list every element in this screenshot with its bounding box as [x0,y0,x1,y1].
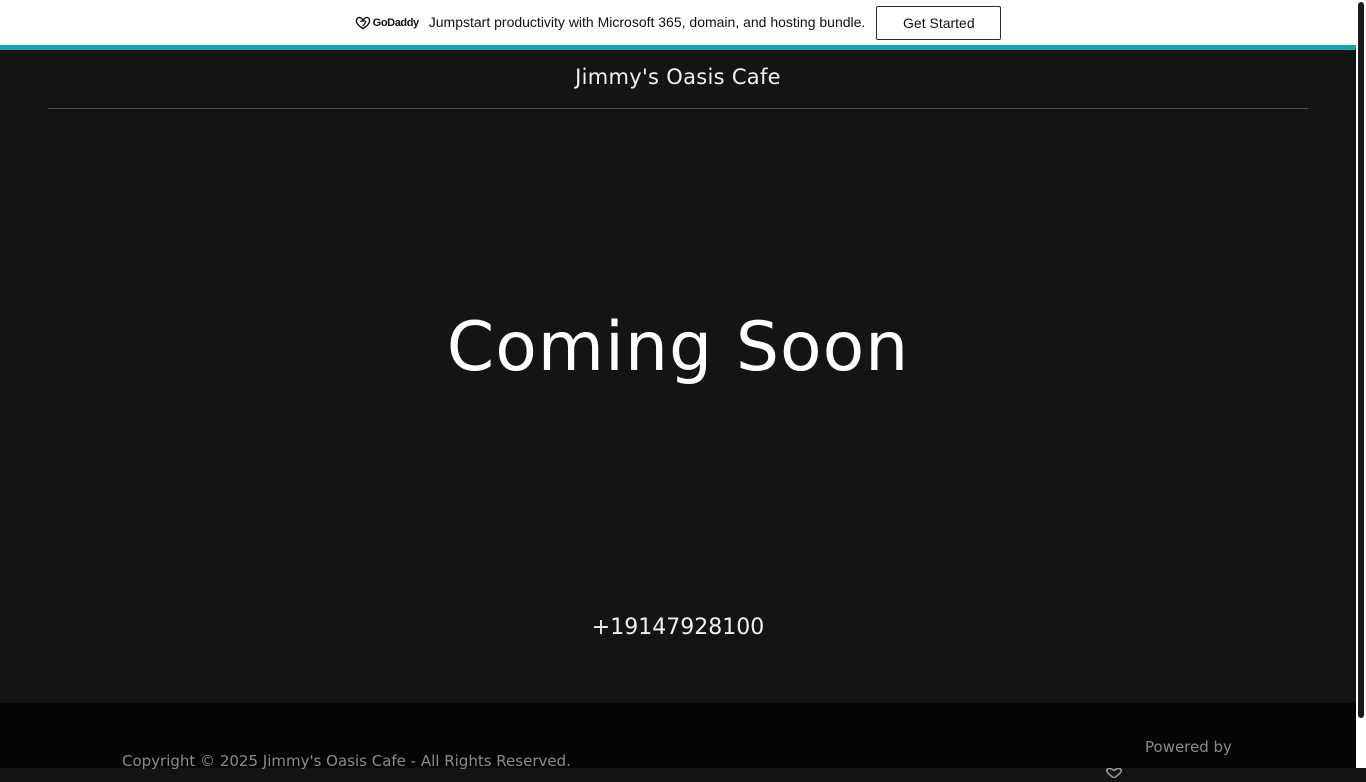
powered-by-text: Powered by [1145,738,1232,756]
header-divider [48,108,1308,109]
copyright-text: Copyright © 2025 Jimmy's Oasis Cafe - Al… [122,752,571,770]
godaddy-logo-icon[interactable] [1103,763,1125,779]
godaddy-logo-icon [355,16,371,30]
promo-message: Jumpstart productivity with Microsoft 36… [428,13,866,30]
phone-link[interactable]: +19147928100 [0,615,1356,640]
main-section: Jimmy's Oasis Cafe Coming Soon +19147928… [0,50,1356,703]
godaddy-logo[interactable]: GoDaddy [355,16,419,30]
promo-banner: GoDaddy Jumpstart productivity with Micr… [0,0,1356,45]
page-scrollbar[interactable] [1356,0,1366,768]
godaddy-logo-text: GoDaddy [372,16,419,29]
footer: Copyright © 2025 Jimmy's Oasis Cafe - Al… [0,703,1356,779]
site-title[interactable]: Jimmy's Oasis Cafe [0,65,1356,89]
scrollbar-thumb[interactable] [1358,2,1364,718]
hero-heading: Coming Soon [446,308,910,387]
get-started-button[interactable]: Get Started [876,6,1002,40]
